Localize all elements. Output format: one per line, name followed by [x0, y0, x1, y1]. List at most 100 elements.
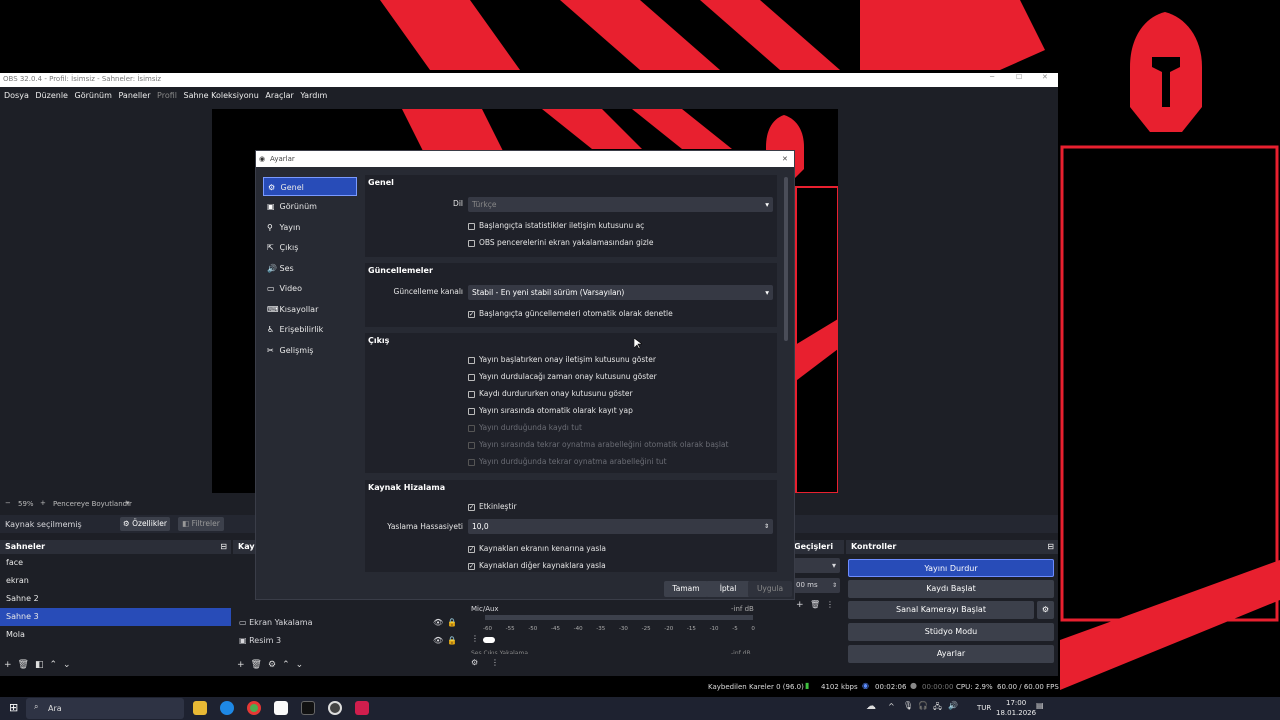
- checkbox-enable-snapping[interactable]: ✓ Etkinleştir: [468, 502, 517, 511]
- checkbox-box[interactable]: ✓: [468, 545, 475, 553]
- checkbox-box[interactable]: ✓: [468, 310, 475, 318]
- checkbox-hide-capture[interactable]: OBS pencerelerini ekran yakalamasından g…: [468, 238, 653, 247]
- trash-icon[interactable]: 🗑: [18, 660, 35, 670]
- menu-dosya[interactable]: Dosya: [4, 87, 29, 105]
- windows-start-icon[interactable]: ⊞: [9, 701, 18, 714]
- lock-icon[interactable]: 🔒: [447, 618, 457, 627]
- zoom-in-icon[interactable]: +: [40, 499, 46, 507]
- zoom-out-icon[interactable]: −: [5, 499, 11, 507]
- menu-yardim[interactable]: Yardım: [300, 87, 327, 105]
- menu-araclar[interactable]: Araçlar: [265, 87, 293, 105]
- chrome-icon[interactable]: [247, 701, 261, 715]
- spin-arrows-icon[interactable]: ⇕: [764, 519, 769, 534]
- checkbox-auto-update[interactable]: ✓ Başlangıçta güncellemeleri otomatik ola…: [468, 309, 673, 318]
- settings-button[interactable]: Ayarlar: [848, 645, 1054, 663]
- scene-item[interactable]: ekran: [0, 572, 231, 590]
- dock-menu-icon[interactable]: ⊟: [220, 540, 227, 554]
- source-item[interactable]: ▣ Resim 3: [239, 632, 281, 650]
- close-icon[interactable]: ✕: [1042, 73, 1048, 81]
- arrow-up-icon[interactable]: ⌃: [50, 660, 64, 670]
- add-icon[interactable]: +: [796, 600, 804, 610]
- more-icon[interactable]: ⋮: [826, 600, 834, 609]
- scene-item[interactable]: face: [0, 554, 231, 572]
- scene-item-selected[interactable]: Sahne 3: [0, 608, 231, 626]
- trash-icon[interactable]: 🗑: [251, 660, 268, 670]
- sidebar-item-gelismis[interactable]: ✂ Gelişmiş: [263, 341, 357, 360]
- scrollbar[interactable]: [784, 177, 788, 341]
- checkbox-confirm-stop-record[interactable]: Kaydı durdururken onay kutusunu göster: [468, 389, 633, 398]
- checkbox-confirm-start[interactable]: Yayın başlatırken onay iletişim kutusunu…: [468, 355, 656, 364]
- sidebar-item-kisayollar[interactable]: ⌨ Kısayollar: [263, 300, 357, 319]
- properties-button[interactable]: ⚙ Özellikler: [120, 517, 170, 531]
- lock-icon[interactable]: 🔒: [447, 636, 457, 645]
- checkbox-snap-edges[interactable]: ✓ Kaynakları ekranın kenarına yasla: [468, 544, 606, 553]
- chevron-up-icon[interactable]: ^: [888, 702, 895, 711]
- menu-duzenle[interactable]: Düzenle: [35, 87, 68, 105]
- trash-icon[interactable]: 🗑: [810, 600, 820, 609]
- chevron-down-icon[interactable]: ▾: [126, 499, 130, 507]
- checkbox-snap-sources[interactable]: ✓ Kaynakları diğer kaynaklara yasla: [468, 561, 606, 570]
- transition-select[interactable]: ▾: [794, 558, 840, 573]
- menu-sahne-koleksiyonu[interactable]: Sahne Koleksiyonu: [184, 87, 259, 105]
- sidebar-item-yayin[interactable]: ⚲ Yayın: [263, 218, 357, 237]
- mixer-menu-icon[interactable]: ⋮: [471, 634, 479, 643]
- zoom-mode[interactable]: Pencereye Boyutlandır: [53, 500, 132, 508]
- minimize-icon[interactable]: ─: [990, 73, 994, 81]
- stop-stream-button[interactable]: Yayını Durdur: [848, 559, 1054, 577]
- cancel-button[interactable]: İptal: [706, 581, 750, 597]
- start-virtualcam-button[interactable]: Sanal Kamerayı Başlat: [848, 601, 1034, 619]
- checkbox-box[interactable]: [468, 239, 475, 247]
- add-icon[interactable]: +: [237, 660, 251, 670]
- apply-button[interactable]: Uygula: [748, 581, 792, 597]
- checkbox-stats-dialog[interactable]: Başlangıçta istatistikler iletişim kutus…: [468, 221, 644, 230]
- maximize-icon[interactable]: ☐: [1016, 73, 1022, 81]
- sidebar-item-gorunum[interactable]: ▣ Görünüm: [263, 197, 357, 216]
- eye-icon[interactable]: 👁: [433, 636, 443, 645]
- edge-icon[interactable]: [220, 701, 234, 715]
- menu-profil[interactable]: Profil: [157, 87, 177, 105]
- checkbox-box[interactable]: [468, 390, 475, 398]
- checkbox-auto-record[interactable]: Yayın sırasında otomatik olarak kayıt ya…: [468, 406, 633, 415]
- file-explorer-icon[interactable]: [193, 701, 207, 715]
- start-recording-button[interactable]: Kaydı Başlat: [848, 580, 1054, 598]
- headset-icon[interactable]: 🎧: [918, 701, 928, 710]
- mixer-gear-icon[interactable]: ⚙: [471, 658, 478, 667]
- update-channel-select[interactable]: Stabil - En yeni stabil sürüm (Varsayıla…: [468, 285, 773, 300]
- checkbox-box[interactable]: [468, 356, 475, 364]
- network-icon[interactable]: 🖧: [933, 701, 942, 715]
- menu-paneller[interactable]: Paneller: [118, 87, 150, 105]
- checkbox-box[interactable]: [468, 222, 475, 230]
- dock-menu-icon[interactable]: ⊟: [1047, 540, 1054, 554]
- clock-date[interactable]: 18.01.2026: [996, 709, 1036, 717]
- filters-button[interactable]: ◧ Filtreler: [178, 517, 224, 531]
- studio-mode-button[interactable]: Stüdyo Modu: [848, 623, 1054, 641]
- checkbox-confirm-stop[interactable]: Yayın durdulacağı zaman onay kutusunu gö…: [468, 372, 657, 381]
- valorant-icon[interactable]: [355, 701, 369, 715]
- source-item[interactable]: ▭ Ekran Yakalama: [239, 614, 313, 632]
- eye-icon[interactable]: 👁: [433, 618, 443, 627]
- microphone-icon[interactable]: 🎙: [903, 701, 913, 710]
- store-icon[interactable]: [274, 701, 288, 715]
- arrow-down-icon[interactable]: ⌄: [296, 660, 310, 670]
- scene-item[interactable]: Mola: [0, 626, 231, 644]
- add-icon[interactable]: +: [4, 660, 18, 670]
- arrow-down-icon[interactable]: ⌄: [63, 660, 77, 670]
- sidebar-item-video[interactable]: ▭ Video: [263, 279, 357, 298]
- language-select[interactable]: Türkçe ▾: [468, 197, 773, 212]
- mixer-more-icon[interactable]: ⋮: [491, 658, 499, 667]
- language-indicator[interactable]: TUR: [977, 704, 991, 712]
- checkbox-box[interactable]: [468, 373, 475, 381]
- arrow-up-icon[interactable]: ⌃: [282, 660, 296, 670]
- menu-gorunum[interactable]: Görünüm: [75, 87, 112, 105]
- ok-button[interactable]: Tamam: [664, 581, 708, 597]
- app-icon[interactable]: [301, 701, 315, 715]
- weather-icon[interactable]: ☁: [866, 701, 876, 712]
- checkbox-box[interactable]: ✓: [468, 503, 475, 511]
- checkbox-box[interactable]: [468, 407, 475, 415]
- vcam-gear-icon[interactable]: ⚙: [1037, 601, 1054, 619]
- dialog-close-icon[interactable]: ✕: [782, 151, 788, 167]
- volume-slider-handle[interactable]: [483, 637, 495, 643]
- search-box[interactable]: ⌕ Ara: [26, 698, 184, 719]
- scene-item[interactable]: Sahne 2: [0, 590, 231, 608]
- sidebar-item-cikis[interactable]: ⇱ Çıkış: [263, 238, 357, 257]
